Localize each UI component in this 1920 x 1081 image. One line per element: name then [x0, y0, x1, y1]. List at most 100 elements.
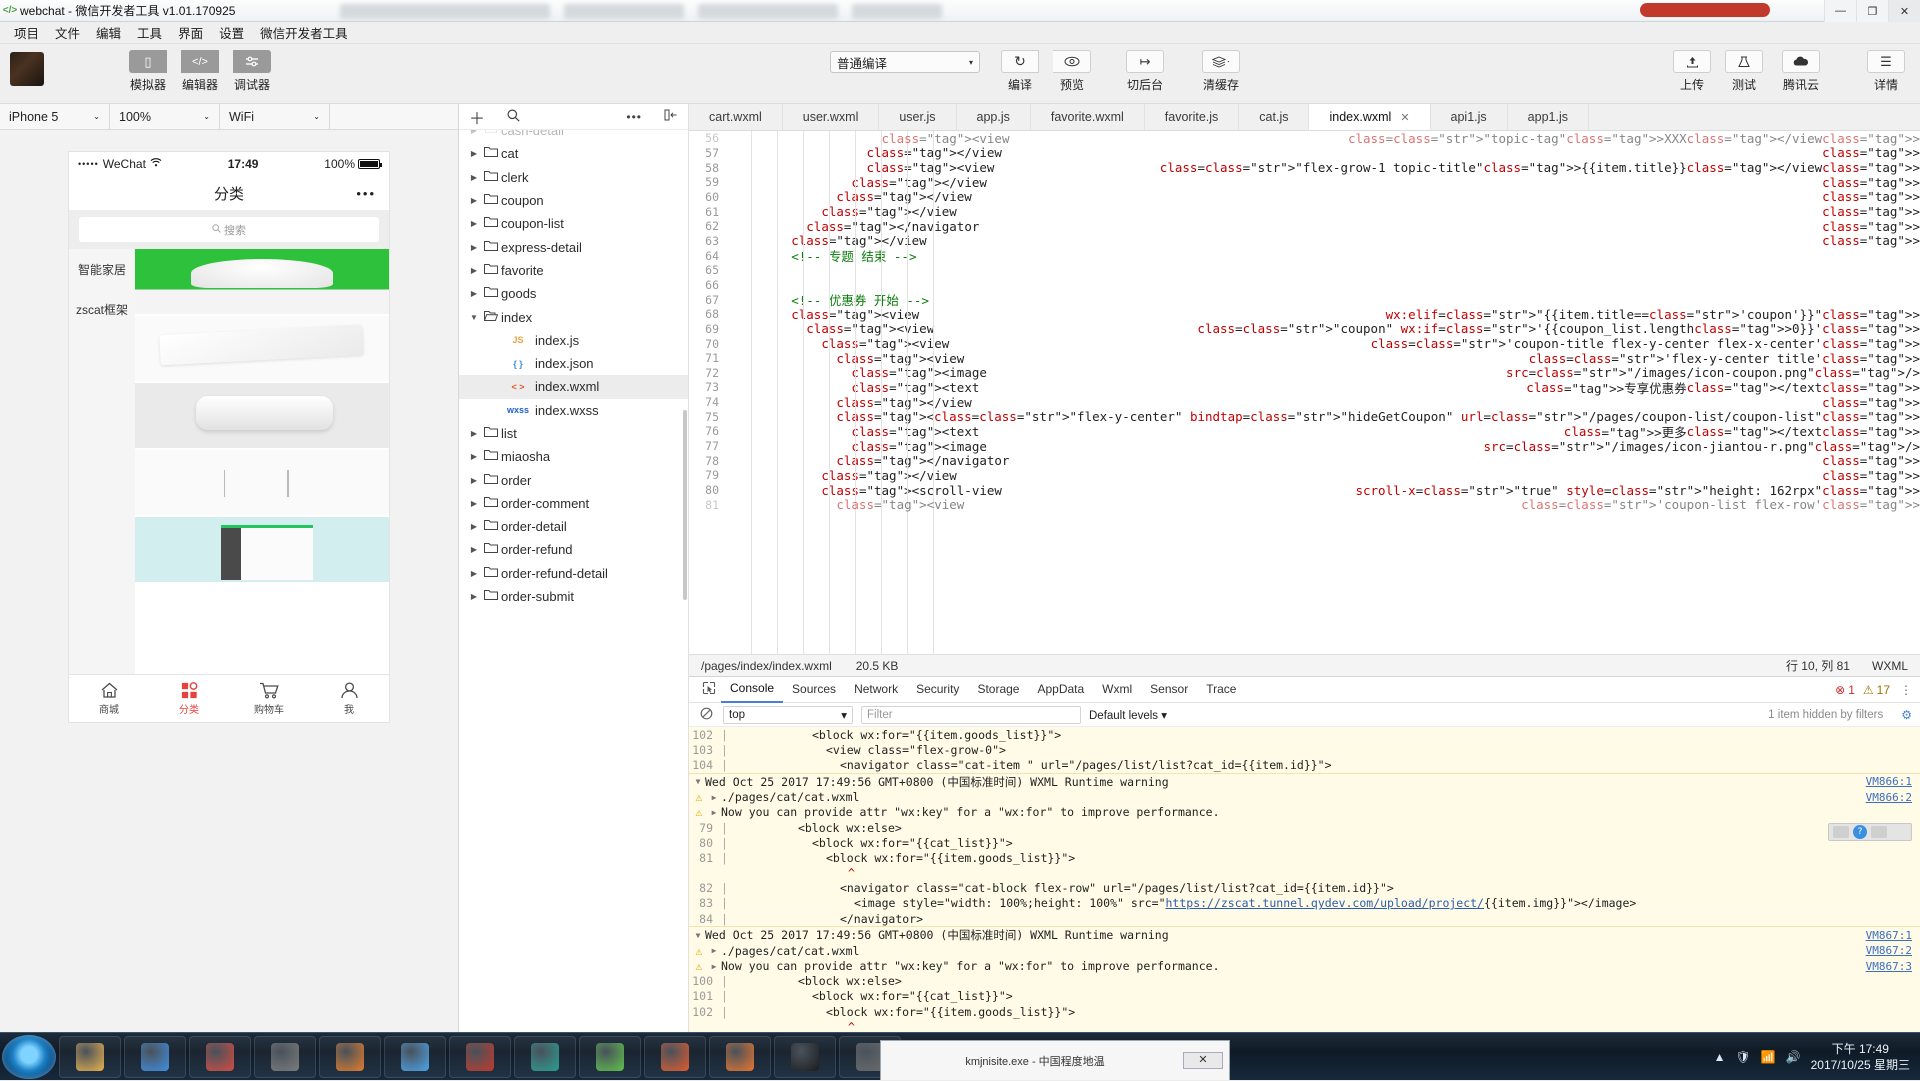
- tree-folder[interactable]: ▶favorite: [459, 259, 688, 282]
- maximize-button[interactable]: ❐: [1856, 0, 1888, 22]
- devtools-tab-sensor[interactable]: Sensor: [1141, 677, 1197, 702]
- network-icon[interactable]: 📶: [1761, 1050, 1776, 1064]
- chevron-right-icon[interactable]: ▶: [707, 962, 721, 971]
- chevron-right-icon[interactable]: ▶: [707, 793, 721, 802]
- device-select[interactable]: iPhone 5 ⌄: [0, 104, 110, 129]
- taskbar-fox-icon[interactable]: [709, 1036, 771, 1078]
- tree-file[interactable]: wxssindex.wxss: [459, 399, 688, 422]
- devtools-tab-wxml[interactable]: Wxml: [1093, 677, 1141, 702]
- close-button[interactable]: ✕: [1888, 0, 1920, 22]
- windows-start-icon[interactable]: [2, 1035, 56, 1079]
- tree-folder[interactable]: ▶miaosha: [459, 445, 688, 468]
- taskbar-vm-icon[interactable]: [254, 1036, 316, 1078]
- menu-item-project[interactable]: 项目: [6, 21, 47, 44]
- taskbar-redbox-icon[interactable]: [449, 1036, 511, 1078]
- compile-button[interactable]: ↻ 编译: [994, 50, 1046, 93]
- console-levels-select[interactable]: Default levels ▾: [1089, 708, 1167, 722]
- tabbar-item-profile[interactable]: 我: [309, 675, 389, 722]
- network-select[interactable]: WiFi ⌄: [220, 104, 330, 129]
- taskbar-wechat-icon[interactable]: [579, 1036, 641, 1078]
- devtools-tab-trace[interactable]: Trace: [1197, 677, 1245, 702]
- tree-folder[interactable]: ▶express-detail: [459, 235, 688, 258]
- taskbar-rocket-icon[interactable]: [644, 1036, 706, 1078]
- chevron-right-icon[interactable]: ▶: [467, 522, 481, 531]
- category-item[interactable]: 智能家居: [69, 249, 135, 289]
- search-input[interactable]: 搜索: [79, 217, 379, 242]
- tree-folder[interactable]: ▶order: [459, 468, 688, 491]
- project-thumbnail[interactable]: [10, 52, 44, 86]
- debugger-toggle-button[interactable]: 调试器: [226, 50, 278, 93]
- goods-card[interactable]: [135, 517, 389, 582]
- menu-item-file[interactable]: 文件: [47, 21, 88, 44]
- simulator-toggle-button[interactable]: ▯ 模拟器: [122, 50, 174, 93]
- devtools-tab-console[interactable]: Console: [721, 676, 783, 703]
- chevron-right-icon[interactable]: ▶: [467, 219, 481, 228]
- chevron-right-icon[interactable]: ▶: [467, 289, 481, 298]
- chevron-right-icon[interactable]: ▶: [707, 946, 721, 955]
- editor-tab[interactable]: api1.js: [1431, 104, 1508, 130]
- devtools-floating-toolbar[interactable]: ?: [1828, 823, 1912, 841]
- clear-console-icon[interactable]: [697, 707, 715, 723]
- file-tree-list[interactable]: ▶🗀cash-detail ▶cat▶clerk▶coupon▶coupon-l…: [459, 130, 688, 1046]
- zoom-select[interactable]: 100% ⌄: [110, 104, 220, 129]
- chevron-up-icon[interactable]: ▲: [1714, 1050, 1726, 1064]
- collapse-panel-icon[interactable]: [664, 109, 678, 124]
- code-editor[interactable]: 56 class="tag"><view class=class="str">"…: [689, 131, 1920, 654]
- devtools-tab-security[interactable]: Security: [907, 677, 968, 702]
- menu-item-tools[interactable]: 工具: [129, 21, 170, 44]
- taskbar-cmd-icon[interactable]: [774, 1036, 836, 1078]
- menu-item-edit[interactable]: 编辑: [88, 21, 129, 44]
- tree-folder[interactable]: ▶coupon: [459, 189, 688, 212]
- menu-item-devtools[interactable]: 微信开发者工具: [252, 21, 356, 44]
- shield-icon[interactable]: 🛡: [1735, 1050, 1750, 1064]
- warning-count-badge[interactable]: ⚠ 17: [1863, 683, 1890, 697]
- devtools-tab-storage[interactable]: Storage: [968, 677, 1028, 702]
- chevron-right-icon[interactable]: ▶: [467, 476, 481, 485]
- console-source-link[interactable]: VM867:3: [1866, 960, 1912, 973]
- help-icon[interactable]: ?: [1853, 825, 1867, 839]
- chevron-right-icon[interactable]: ▶: [467, 545, 481, 554]
- upload-button[interactable]: 上传: [1666, 50, 1718, 93]
- chevron-right-icon[interactable]: ▶: [467, 149, 481, 158]
- background-button[interactable]: ↦ 切后台: [1114, 50, 1176, 93]
- tree-file[interactable]: < >index.wxml: [459, 375, 688, 398]
- ellipsis-icon[interactable]: •••: [356, 186, 376, 201]
- tree-file[interactable]: { }index.json: [459, 352, 688, 375]
- tabbar-item-cart[interactable]: 购物车: [229, 675, 309, 722]
- chevron-down-icon[interactable]: ▼: [691, 931, 705, 940]
- tree-folder[interactable]: ▶order-comment: [459, 492, 688, 515]
- tree-folder[interactable]: ▶order-refund-detail: [459, 562, 688, 585]
- chevron-down-icon[interactable]: ▼: [691, 777, 705, 786]
- taskbar-sqlserver-icon[interactable]: [514, 1036, 576, 1078]
- console-source-link[interactable]: VM866:1: [1866, 775, 1912, 788]
- menu-item-ui[interactable]: 界面: [170, 21, 211, 44]
- volume-icon[interactable]: 🔊: [1786, 1050, 1801, 1064]
- taskbar-chrome-icon[interactable]: [124, 1036, 186, 1078]
- editor-tab[interactable]: user.js: [879, 104, 956, 130]
- background-window-popup[interactable]: kmjnisite.exe - 中国程度地温 ✕: [880, 1040, 1230, 1080]
- test-button[interactable]: 测试: [1718, 50, 1770, 93]
- console-filter-input[interactable]: Filter: [861, 706, 1081, 724]
- tencent-cloud-button[interactable]: 腾讯云: [1770, 50, 1832, 93]
- devtools-tab-sources[interactable]: Sources: [783, 677, 845, 702]
- tree-folder[interactable]: ▶list: [459, 422, 688, 445]
- editor-tab[interactable]: index.wxml✕: [1309, 104, 1430, 130]
- minimize-button[interactable]: —: [1824, 0, 1856, 22]
- details-button[interactable]: ☰ 详情: [1860, 50, 1912, 93]
- taskbar-idea-icon[interactable]: [189, 1036, 251, 1078]
- chevron-right-icon[interactable]: ▶: [467, 173, 481, 182]
- gear-icon[interactable]: ⚙: [1901, 708, 1912, 722]
- preview-button[interactable]: 预览: [1046, 50, 1098, 93]
- console-group-header[interactable]: ▼Wed Oct 25 2017 17:49:56 GMT+0800 (中国标准…: [689, 926, 1920, 943]
- menu-item-settings[interactable]: 设置: [211, 21, 252, 44]
- tree-folder[interactable]: ▶clerk: [459, 166, 688, 189]
- editor-tab[interactable]: favorite.wxml: [1031, 104, 1145, 130]
- tabbar-item-mall[interactable]: 商城: [69, 675, 149, 722]
- compile-mode-select[interactable]: 普通编译 ▾: [830, 51, 980, 73]
- chevron-right-icon[interactable]: ▶: [467, 266, 481, 275]
- editor-tab[interactable]: cat.js: [1239, 104, 1309, 130]
- goods-card[interactable]: [135, 450, 389, 515]
- chevron-right-icon[interactable]: ▶: [467, 569, 481, 578]
- tree-folder[interactable]: ▶goods: [459, 282, 688, 305]
- goods-card[interactable]: [135, 316, 389, 381]
